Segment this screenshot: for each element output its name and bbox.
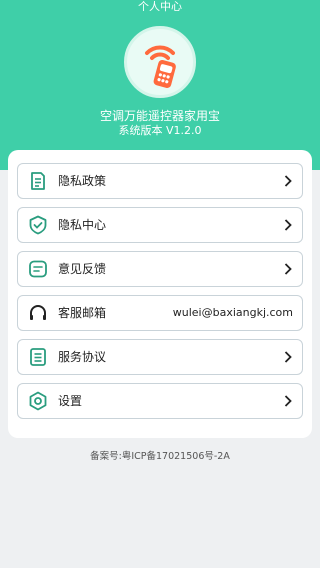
menu-item-privacy-center[interactable]: 隐私中心 [17,207,303,243]
menu-item-service-agreement[interactable]: 服务协议 [17,339,303,375]
menu-item-label: 隐私中心 [58,218,107,232]
menu-item-feedback[interactable]: 意见反馈 [17,251,303,287]
chevron-right-icon [284,263,292,275]
remote-control-icon [145,45,176,88]
service-email-value[interactable]: wulei@baxiangkj.com [173,296,293,330]
menu-item-label: 设置 [58,394,83,408]
page-title: 个人中心 [138,0,182,13]
menu-item-label: 意见反馈 [58,262,107,276]
chevron-right-icon [284,219,292,231]
hexagon-settings-icon [29,391,47,411]
app-name: 空调万能遥控器家用宝 [99,109,220,123]
menu-item-service-email[interactable]: 客服邮箱 wulei@baxiangkj.com [17,295,303,331]
menu-item-label: 隐私政策 [58,174,107,188]
list-doc-icon [30,348,46,366]
headset-icon [30,305,46,320]
menu-item-settings[interactable]: 设置 [17,383,303,419]
menu-item-label: 服务协议 [58,350,107,364]
menu-item-privacy-policy[interactable]: 隐私政策 [17,163,303,199]
message-icon [29,260,47,278]
app-version: 系统版本 V1.2.0 [118,124,202,137]
app-logo [124,26,196,98]
menu-card: 隐私政策 隐私中心 意见反馈 客服邮箱 wulei@baxiangkj.com … [8,150,312,438]
icp-record-text: 备案号:粤ICP备17021506号-2A [90,451,230,462]
profile-header: 个人中心 空调万能遥控器家用宝 系统版本 V1.2.0 [0,0,320,170]
chevron-right-icon [284,351,292,363]
chevron-right-icon [284,175,292,187]
document-icon [31,172,45,190]
shield-check-icon [29,215,47,235]
chevron-right-icon [284,395,292,407]
menu-item-label: 客服邮箱 [58,306,107,320]
